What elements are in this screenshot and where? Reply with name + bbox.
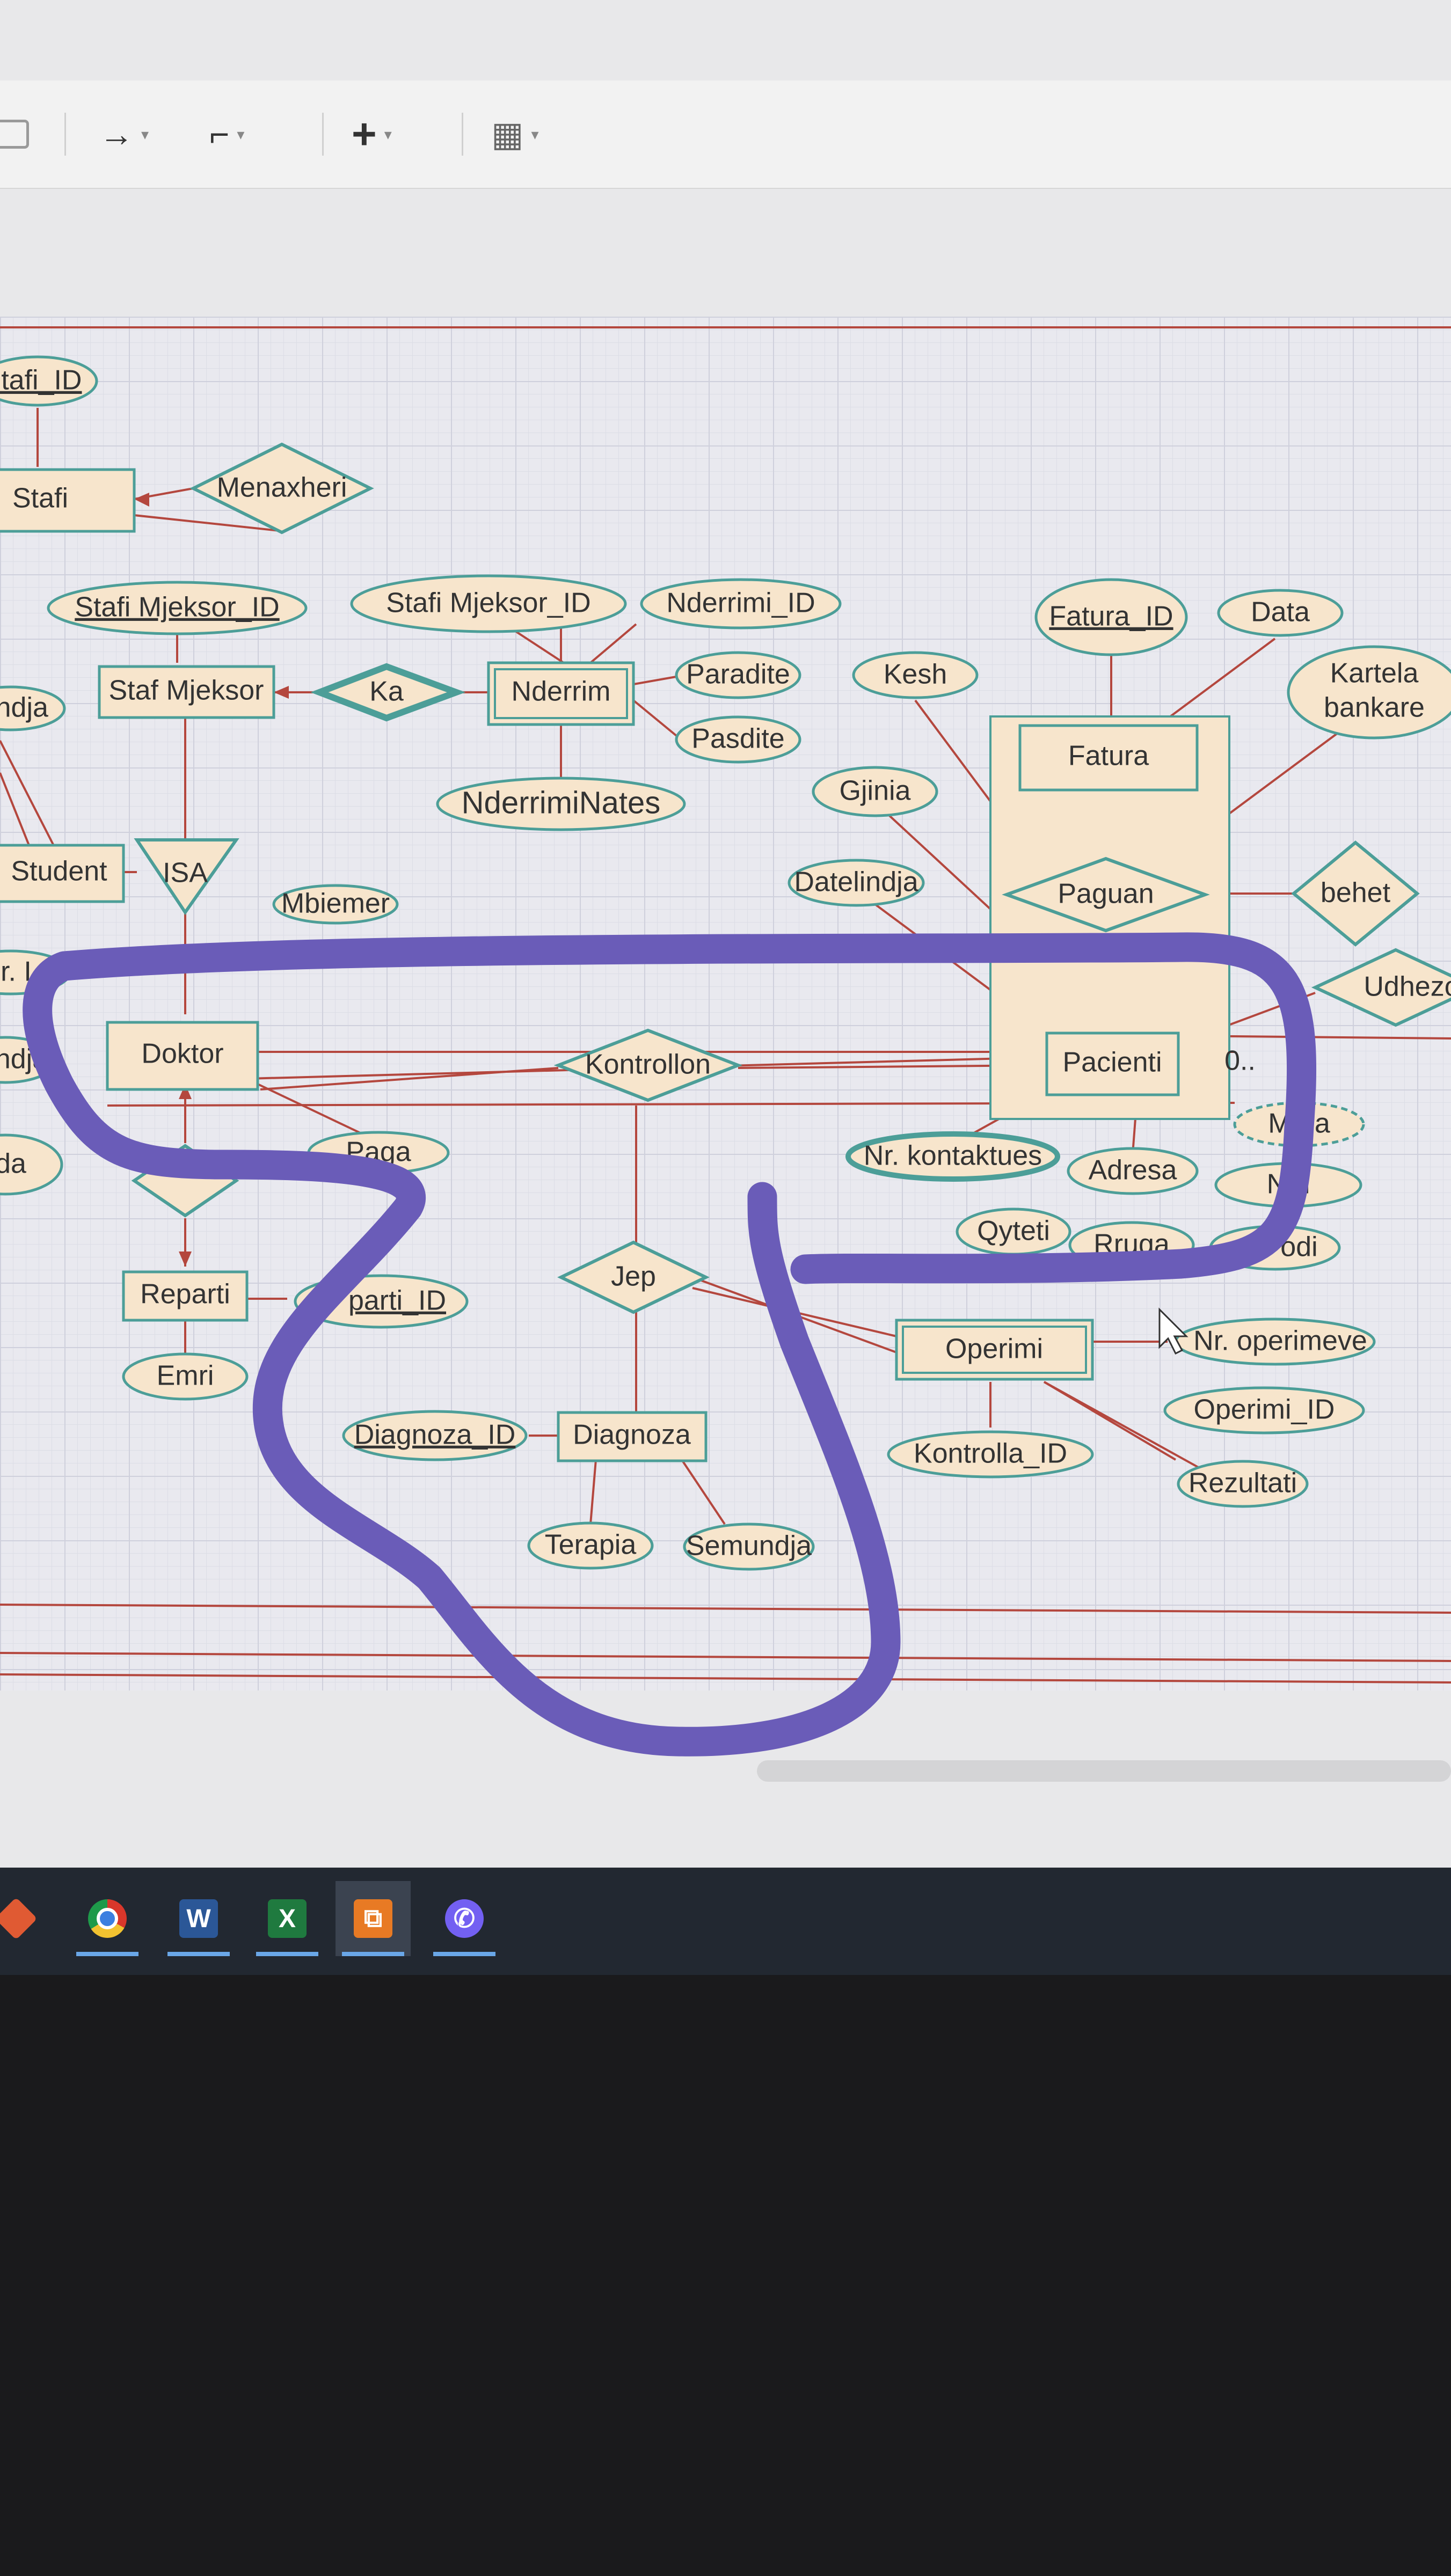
- marker-annotation: [23, 932, 1317, 1757]
